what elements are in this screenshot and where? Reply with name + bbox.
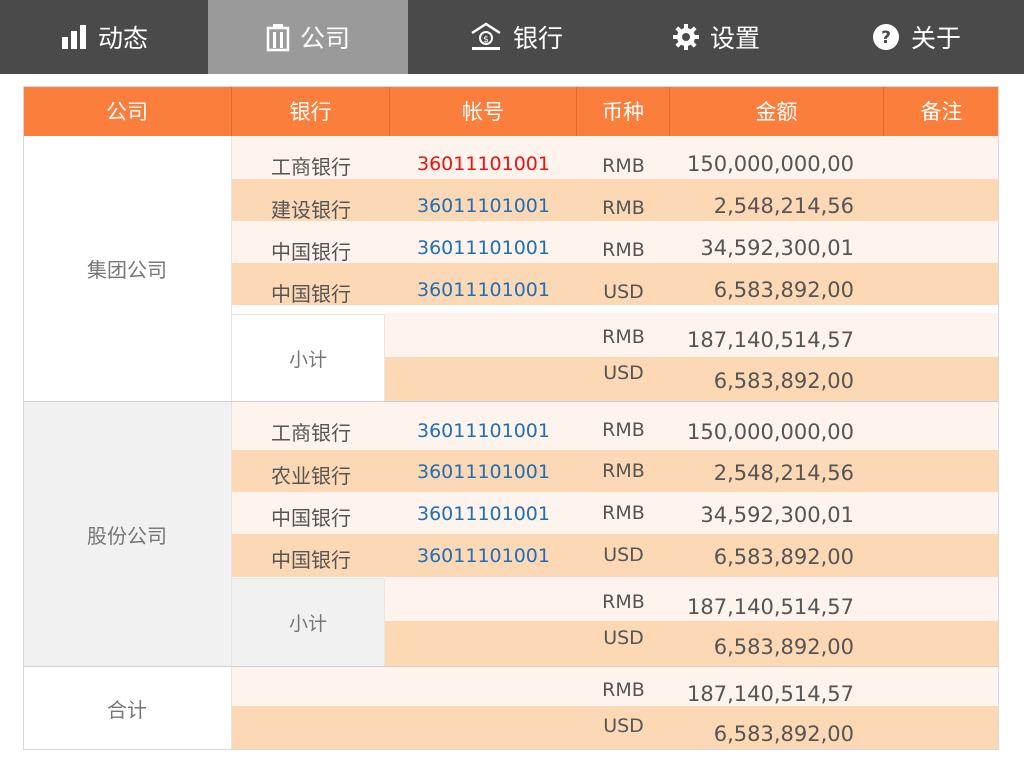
currency: USD: [603, 627, 644, 649]
bank-name: 工商银行: [271, 421, 351, 445]
tab-company[interactable]: 公司: [208, 0, 408, 74]
tab-dynamics[interactable]: 动态: [0, 0, 208, 74]
tab-label: 公司: [299, 24, 350, 53]
currency: USD: [603, 715, 644, 737]
account-number[interactable]: 36011101001: [390, 269, 577, 311]
amount: 187,140,514,57: [687, 595, 854, 619]
top-nav: 动态 公司 $ 银行 设置 ? 关于: [0, 0, 1024, 74]
subtotal-label: 小计: [232, 578, 385, 666]
amount: 2,548,214,56: [713, 461, 854, 485]
bank-name: 中国银行: [271, 547, 351, 572]
tab-label: 动态: [97, 24, 148, 53]
amount: 34,592,300,01: [700, 503, 854, 527]
amount: 6,583,892,00: [713, 545, 854, 569]
help-icon: ?: [872, 24, 899, 50]
account-number[interactable]: 36011101001: [390, 535, 577, 577]
column-header-bank[interactable]: 银行: [232, 86, 390, 136]
gear-icon: [672, 24, 699, 50]
account-number[interactable]: 36011101001: [390, 409, 577, 452]
column-header-currency[interactable]: 币种: [577, 86, 670, 136]
company-cell: 集团公司: [23, 136, 232, 401]
bank-name: 中国银行: [271, 281, 351, 306]
amount: 6,583,892,00: [713, 722, 854, 746]
bank-icon: $: [471, 22, 501, 50]
company-cell: 股份公司: [23, 402, 232, 666]
currency: USD: [603, 281, 644, 303]
account-number[interactable]: 36011101001: [390, 493, 577, 535]
amount: 6,583,892,00: [713, 369, 854, 393]
tab-settings[interactable]: 设置: [624, 0, 808, 74]
amount: 187,140,514,57: [687, 328, 854, 352]
subtotal-label: 小计: [232, 314, 385, 401]
currency: RMB: [602, 502, 645, 524]
tab-label: 设置: [709, 24, 760, 53]
amount: 6,583,892,00: [713, 635, 854, 659]
tab-about[interactable]: ? 关于: [808, 0, 1024, 74]
svg-text:$: $: [483, 35, 489, 45]
amount: 150,000,000,00: [687, 419, 854, 444]
building-icon: [266, 24, 290, 52]
account-number[interactable]: 36011101001: [390, 451, 577, 493]
tab-bank[interactable]: $ 银行: [408, 0, 624, 74]
tab-label: 银行: [512, 24, 563, 53]
currency: USD: [603, 362, 644, 384]
currency: RMB: [602, 418, 645, 441]
column-header-remark[interactable]: 备注: [884, 86, 999, 136]
column-header-company[interactable]: 公司: [23, 86, 232, 136]
column-header-account[interactable]: 帐号: [390, 86, 577, 136]
currency: RMB: [602, 460, 645, 482]
tab-label: 关于: [910, 24, 961, 53]
column-header-amount[interactable]: 金额: [670, 86, 884, 136]
bar-chart-icon: [61, 25, 86, 49]
bank-name: 中国银行: [271, 505, 351, 530]
svg-text:?: ?: [881, 28, 891, 48]
amount: 187,140,514,57: [687, 682, 854, 706]
total-label: 合计: [23, 667, 232, 750]
currency: USD: [603, 544, 644, 566]
amount: 6,583,892,00: [713, 278, 854, 302]
accounts-table: 公司 银行 帐号 币种 金额 备注 集团公司 工商银行 36011101001 …: [23, 86, 999, 750]
bank-name: 农业银行: [271, 463, 351, 488]
